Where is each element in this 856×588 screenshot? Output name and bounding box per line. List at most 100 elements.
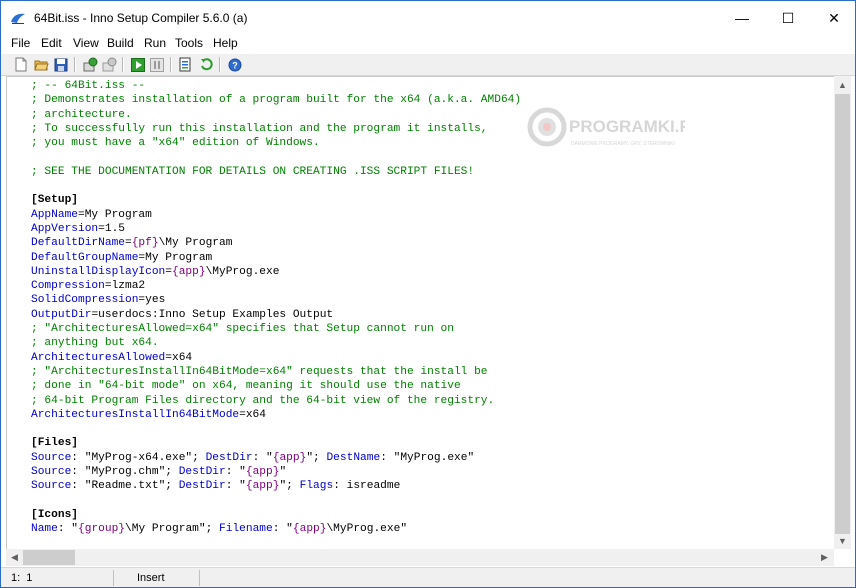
menu-edit[interactable]: Edit	[41, 36, 62, 53]
toolbar-separator	[219, 57, 221, 72]
maximize-icon: ☐	[781, 9, 795, 26]
code-line[interactable]: ; anything but x64.	[31, 336, 521, 350]
code-comment: ; SEE THE DOCUMENTATION FOR DETAILS ON C…	[31, 165, 475, 178]
code-line[interactable]: ; you must have a "x64" edition of Windo…	[31, 136, 521, 150]
menu-help[interactable]: Help	[213, 36, 238, 53]
pause-icon	[150, 57, 164, 72]
stop-compile-button[interactable]	[100, 56, 118, 73]
cursor-column: 1	[26, 572, 33, 584]
code-line[interactable]	[31, 150, 521, 164]
menu-view[interactable]: View	[73, 36, 99, 53]
code-line[interactable]: DefaultDirName={pf}\My Program	[31, 236, 521, 250]
code-directive: DefaultGroupName	[31, 251, 139, 264]
code-line[interactable]: [Setup]	[31, 193, 521, 207]
code-line[interactable]: [Files]	[31, 436, 521, 450]
vertical-scroll-thumb[interactable]	[835, 94, 850, 534]
code-line[interactable]: ; To successfully run this installation …	[31, 122, 521, 136]
code-line[interactable]: ; -- 64Bit.iss --	[31, 79, 521, 93]
compile-button[interactable]	[81, 56, 99, 73]
code-text: =userdocs:Inno Setup Examples Output	[91, 308, 334, 321]
window-title: 64Bit.iss - Inno Setup Compiler 5.6.0 (a…	[34, 11, 248, 25]
code-comment: ; To successfully run this installation …	[31, 122, 488, 135]
code-text: : "	[272, 523, 293, 536]
toolbar: ?	[1, 54, 855, 76]
code-line[interactable]: ; done in "64-bit mode" on x64, meaning …	[31, 379, 521, 393]
maximize-button[interactable]: ☐	[765, 1, 811, 35]
refresh-button[interactable]	[197, 56, 215, 73]
menu-tools[interactable]: Tools	[175, 36, 203, 53]
code-line[interactable]: DefaultGroupName=My Program	[31, 251, 521, 265]
target-button[interactable]	[177, 56, 195, 73]
menu-file[interactable]: File	[11, 36, 30, 53]
help-button[interactable]: ?	[226, 56, 244, 73]
scroll-right-icon[interactable]: ▶	[816, 549, 833, 566]
code-line[interactable]: ; "ArchitecturesInstallIn64BitMode=x64" …	[31, 365, 521, 379]
menu-build[interactable]: Build	[107, 36, 134, 53]
pause-button[interactable]	[148, 56, 166, 73]
close-icon: ✕	[828, 9, 840, 26]
save-icon	[54, 58, 68, 71]
code-directive: Compression	[31, 280, 105, 293]
close-button[interactable]: ✕	[811, 1, 855, 35]
code-line[interactable]: OutputDir=userdocs:Inno Setup Examples O…	[31, 308, 521, 322]
code-text: : "	[252, 451, 273, 464]
scroll-up-icon[interactable]: ▲	[834, 76, 851, 93]
code-line[interactable]	[31, 179, 521, 193]
code-section-header: [Setup]	[31, 194, 78, 207]
code-line[interactable]: Compression=lzma2	[31, 279, 521, 293]
horizontal-scrollbar[interactable]: ◀ ▶	[6, 549, 834, 566]
code-text: : "	[57, 523, 79, 536]
code-directive: ArchitecturesInstallIn64BitMode	[31, 408, 240, 421]
code-constant: {app}	[272, 451, 307, 464]
code-directive: OutputDir	[31, 308, 92, 321]
code-text: ";	[279, 480, 300, 493]
code-line[interactable]	[31, 494, 521, 508]
horizontal-scroll-thumb[interactable]	[23, 550, 75, 565]
code-comment: ; "ArchitecturesAllowed=x64" specifies t…	[31, 323, 454, 336]
code-text: =x64	[165, 351, 193, 364]
scroll-down-icon[interactable]: ▼	[834, 532, 851, 549]
code-line[interactable]: Source: "MyProg.chm"; DestDir: "{app}"	[31, 465, 521, 479]
code-line[interactable]: ; "ArchitecturesAllowed=x64" specifies t…	[31, 322, 521, 336]
code-line[interactable]: ; Demonstrates installation of a program…	[31, 93, 521, 107]
code-line[interactable]: [Icons]	[31, 508, 521, 522]
code-text: : isreadme	[333, 480, 401, 493]
run-button[interactable]	[129, 56, 147, 73]
code-comment: ; anything but x64.	[31, 337, 159, 350]
code-directive: DestDir	[178, 480, 226, 493]
code-line[interactable]: ; 64-bit Program Files directory and the…	[31, 394, 521, 408]
code-area[interactable]: ; -- 64Bit.iss -- ; Demonstrates installa…	[31, 79, 521, 537]
new-file-icon	[15, 57, 27, 72]
code-line[interactable]: Name: "{group}\My Program"; Filename: "{…	[31, 522, 521, 536]
code-line[interactable]: UninstallDisplayIcon={app}\MyProg.exe	[31, 265, 521, 279]
code-line[interactable]: Source: "Readme.txt"; DestDir: "{app}"; …	[31, 479, 521, 493]
save-button[interactable]	[52, 56, 70, 73]
title-bar[interactable]: 64Bit.iss - Inno Setup Compiler 5.6.0 (a…	[1, 1, 855, 35]
code-constant: {pf}	[131, 237, 159, 250]
open-file-button[interactable]	[32, 56, 50, 73]
vertical-scrollbar[interactable]: ▲ ▼	[834, 76, 851, 549]
code-directive: AppName	[31, 208, 78, 221]
menu-run[interactable]: Run	[144, 36, 166, 53]
code-text: \My Program	[158, 237, 233, 250]
code-text: : "Readme.txt";	[71, 480, 179, 493]
code-text: =x64	[239, 408, 266, 421]
code-text: =	[125, 237, 132, 250]
code-line[interactable]: ; SEE THE DOCUMENTATION FOR DETAILS ON C…	[31, 165, 521, 179]
code-line[interactable]	[31, 422, 521, 436]
code-text: ";	[306, 451, 327, 464]
code-line[interactable]: AppName=My Program	[31, 208, 521, 222]
code-line[interactable]: AppVersion=1.5	[31, 222, 521, 236]
scroll-left-icon[interactable]: ◀	[6, 549, 23, 566]
code-directive: DestDir	[178, 466, 226, 479]
minimize-button[interactable]: —	[719, 1, 765, 35]
code-constant: {app}	[245, 480, 280, 493]
help-icon: ?	[228, 58, 242, 71]
code-line[interactable]: SolidCompression=yes	[31, 293, 521, 307]
code-line[interactable]: ; architecture.	[31, 108, 521, 122]
code-line[interactable]: ArchitecturesInstallIn64BitMode=x64	[31, 408, 521, 422]
new-file-button[interactable]	[12, 56, 30, 73]
code-line[interactable]: ArchitecturesAllowed=x64	[31, 351, 521, 365]
code-line[interactable]: Source: "MyProg-x64.exe"; DestDir: "{app…	[31, 451, 521, 465]
script-editor[interactable]: ; -- 64Bit.iss -- ; Demonstrates installa…	[6, 76, 834, 550]
